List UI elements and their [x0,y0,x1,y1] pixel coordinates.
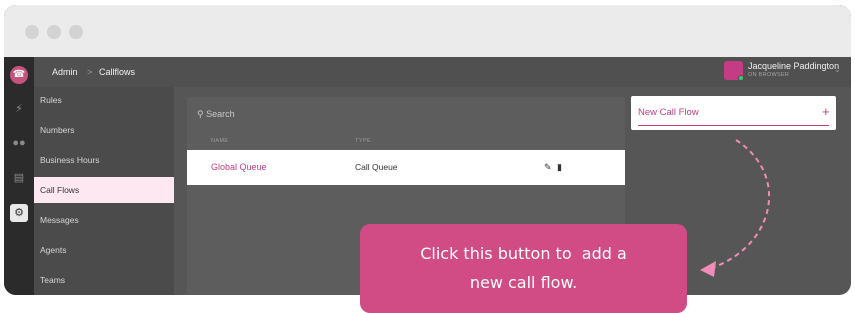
tooltip-line-2: new call flow. [469,273,578,292]
tutorial-tooltip: Click this button to add a new call flow… [360,224,687,313]
tooltip-text: Click this button to add a new call flow… [360,239,687,297]
tooltip-line-1: Click this button to add a [420,244,627,263]
